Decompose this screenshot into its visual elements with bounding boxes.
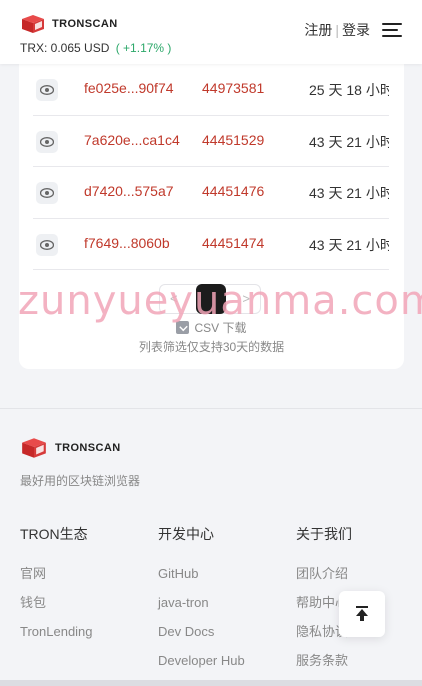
top-header: TRONSCAN TRX: 0.065 USD ( +1.17% ) 注册 | … bbox=[0, 0, 422, 64]
eye-icon[interactable] bbox=[36, 130, 58, 153]
tx-hash-link[interactable]: fe025e...90f74 bbox=[84, 80, 174, 96]
arrow-up-icon bbox=[356, 606, 368, 621]
footer-link-github[interactable]: GitHub bbox=[158, 566, 245, 581]
download-icon bbox=[176, 321, 190, 334]
eye-icon[interactable] bbox=[36, 182, 58, 204]
footer-slogan: 最好用的区块链浏览器 bbox=[20, 474, 141, 488]
footer-link-tronlending[interactable]: TronLending bbox=[20, 624, 93, 639]
auth-links: 注册 | 登录 bbox=[304, 20, 402, 40]
block-number-link[interactable]: 44451474 bbox=[202, 235, 264, 251]
bottom-scroll-bar bbox=[0, 680, 422, 686]
csv-download[interactable]: CSV 下载 bbox=[19, 319, 404, 336]
table-row: d7420...575a7 44451476 43 天 21 小时 bbox=[33, 167, 389, 219]
tronscan-logo-icon bbox=[22, 438, 46, 458]
footer-link-team[interactable]: 团队介绍 bbox=[296, 566, 352, 581]
footer-col-title: 关于我们 bbox=[296, 526, 352, 542]
auth-separator: | bbox=[335, 22, 339, 38]
table-row: f7649...8060b 44451474 43 天 21 小时 bbox=[33, 219, 389, 270]
tx-hash-link[interactable]: d7420...575a7 bbox=[84, 183, 174, 199]
price-change: ( +1.17% ) bbox=[115, 41, 172, 55]
register-link[interactable]: 注册 bbox=[304, 20, 332, 40]
table-row: 7a620e...ca1c4 44451529 43 天 21 小时 bbox=[33, 116, 389, 167]
tx-age: 43 天 21 小时 bbox=[309, 185, 389, 201]
footer-col-title: TRON生态 bbox=[20, 526, 88, 542]
eye-icon[interactable] bbox=[36, 233, 58, 256]
csv-note: 列表筛选仅支持30天的数据 bbox=[138, 340, 285, 354]
block-number-link[interactable]: 44451476 bbox=[202, 183, 264, 199]
current-page-button[interactable] bbox=[196, 284, 226, 314]
footer-link-wallet[interactable]: 钱包 bbox=[20, 595, 93, 610]
tx-hash-link[interactable]: 7a620e...ca1c4 bbox=[84, 132, 180, 148]
brand-name: TRONSCAN bbox=[52, 18, 118, 30]
page: TRONSCAN TRX: 0.065 USD ( +1.17% ) 注册 | … bbox=[0, 0, 422, 686]
trx-price: TRX: 0.065 USD ( +1.17% ) bbox=[20, 41, 171, 55]
footer-link-developer-hub[interactable]: Developer Hub bbox=[158, 653, 245, 668]
footer: TRONSCAN 最好用的区块链浏览器 TRON生态 官网 钱包 TronLen… bbox=[0, 408, 422, 686]
logo[interactable]: TRONSCAN bbox=[20, 14, 118, 34]
footer-link-official-site[interactable]: 官网 bbox=[20, 566, 93, 581]
footer-link-dev-docs[interactable]: Dev Docs bbox=[158, 624, 245, 639]
table-row: fe025e...90f74 44973581 25 天 18 小时 bbox=[33, 64, 389, 116]
footer-brand-name: TRONSCAN bbox=[55, 442, 121, 454]
footer-col-tron-ecosystem: TRON生态 官网 钱包 TronLending bbox=[20, 524, 93, 653]
hamburger-menu-icon[interactable] bbox=[382, 22, 402, 38]
transactions-card: fe025e...90f74 44973581 25 天 18 小时 7a620e..… bbox=[19, 40, 404, 369]
price-label: TRX: 0.065 USD bbox=[20, 41, 110, 55]
footer-logo: TRONSCAN bbox=[20, 437, 121, 459]
tx-age: 25 天 18 小时 bbox=[309, 82, 389, 98]
footer-link-java-tron[interactable]: java-tron bbox=[158, 595, 245, 610]
tx-age: 43 天 21 小时 bbox=[309, 133, 389, 150]
footer-col-title: 开发中心 bbox=[158, 526, 214, 542]
tx-age: 43 天 21 小时 bbox=[309, 236, 389, 253]
eye-icon[interactable] bbox=[36, 79, 58, 101]
block-number-link[interactable]: 44451529 bbox=[202, 132, 264, 148]
tx-hash-link[interactable]: f7649...8060b bbox=[84, 235, 170, 251]
back-to-top-button[interactable] bbox=[339, 591, 385, 637]
footer-link-terms[interactable]: 服务条款 bbox=[296, 653, 352, 668]
tronscan-logo-icon bbox=[22, 15, 44, 33]
next-page-button[interactable]: > bbox=[242, 291, 250, 306]
prev-page-button[interactable]: < bbox=[170, 291, 178, 306]
pagination: < > bbox=[159, 284, 261, 314]
block-number-link[interactable]: 44973581 bbox=[202, 80, 264, 96]
csv-download-label: CSV 下载 bbox=[194, 321, 247, 335]
footer-col-dev-center: 开发中心 GitHub java-tron Dev Docs Developer… bbox=[158, 524, 245, 682]
transactions-table: fe025e...90f74 44973581 25 天 18 小时 7a620e..… bbox=[33, 64, 389, 270]
login-link[interactable]: 登录 bbox=[342, 20, 370, 40]
